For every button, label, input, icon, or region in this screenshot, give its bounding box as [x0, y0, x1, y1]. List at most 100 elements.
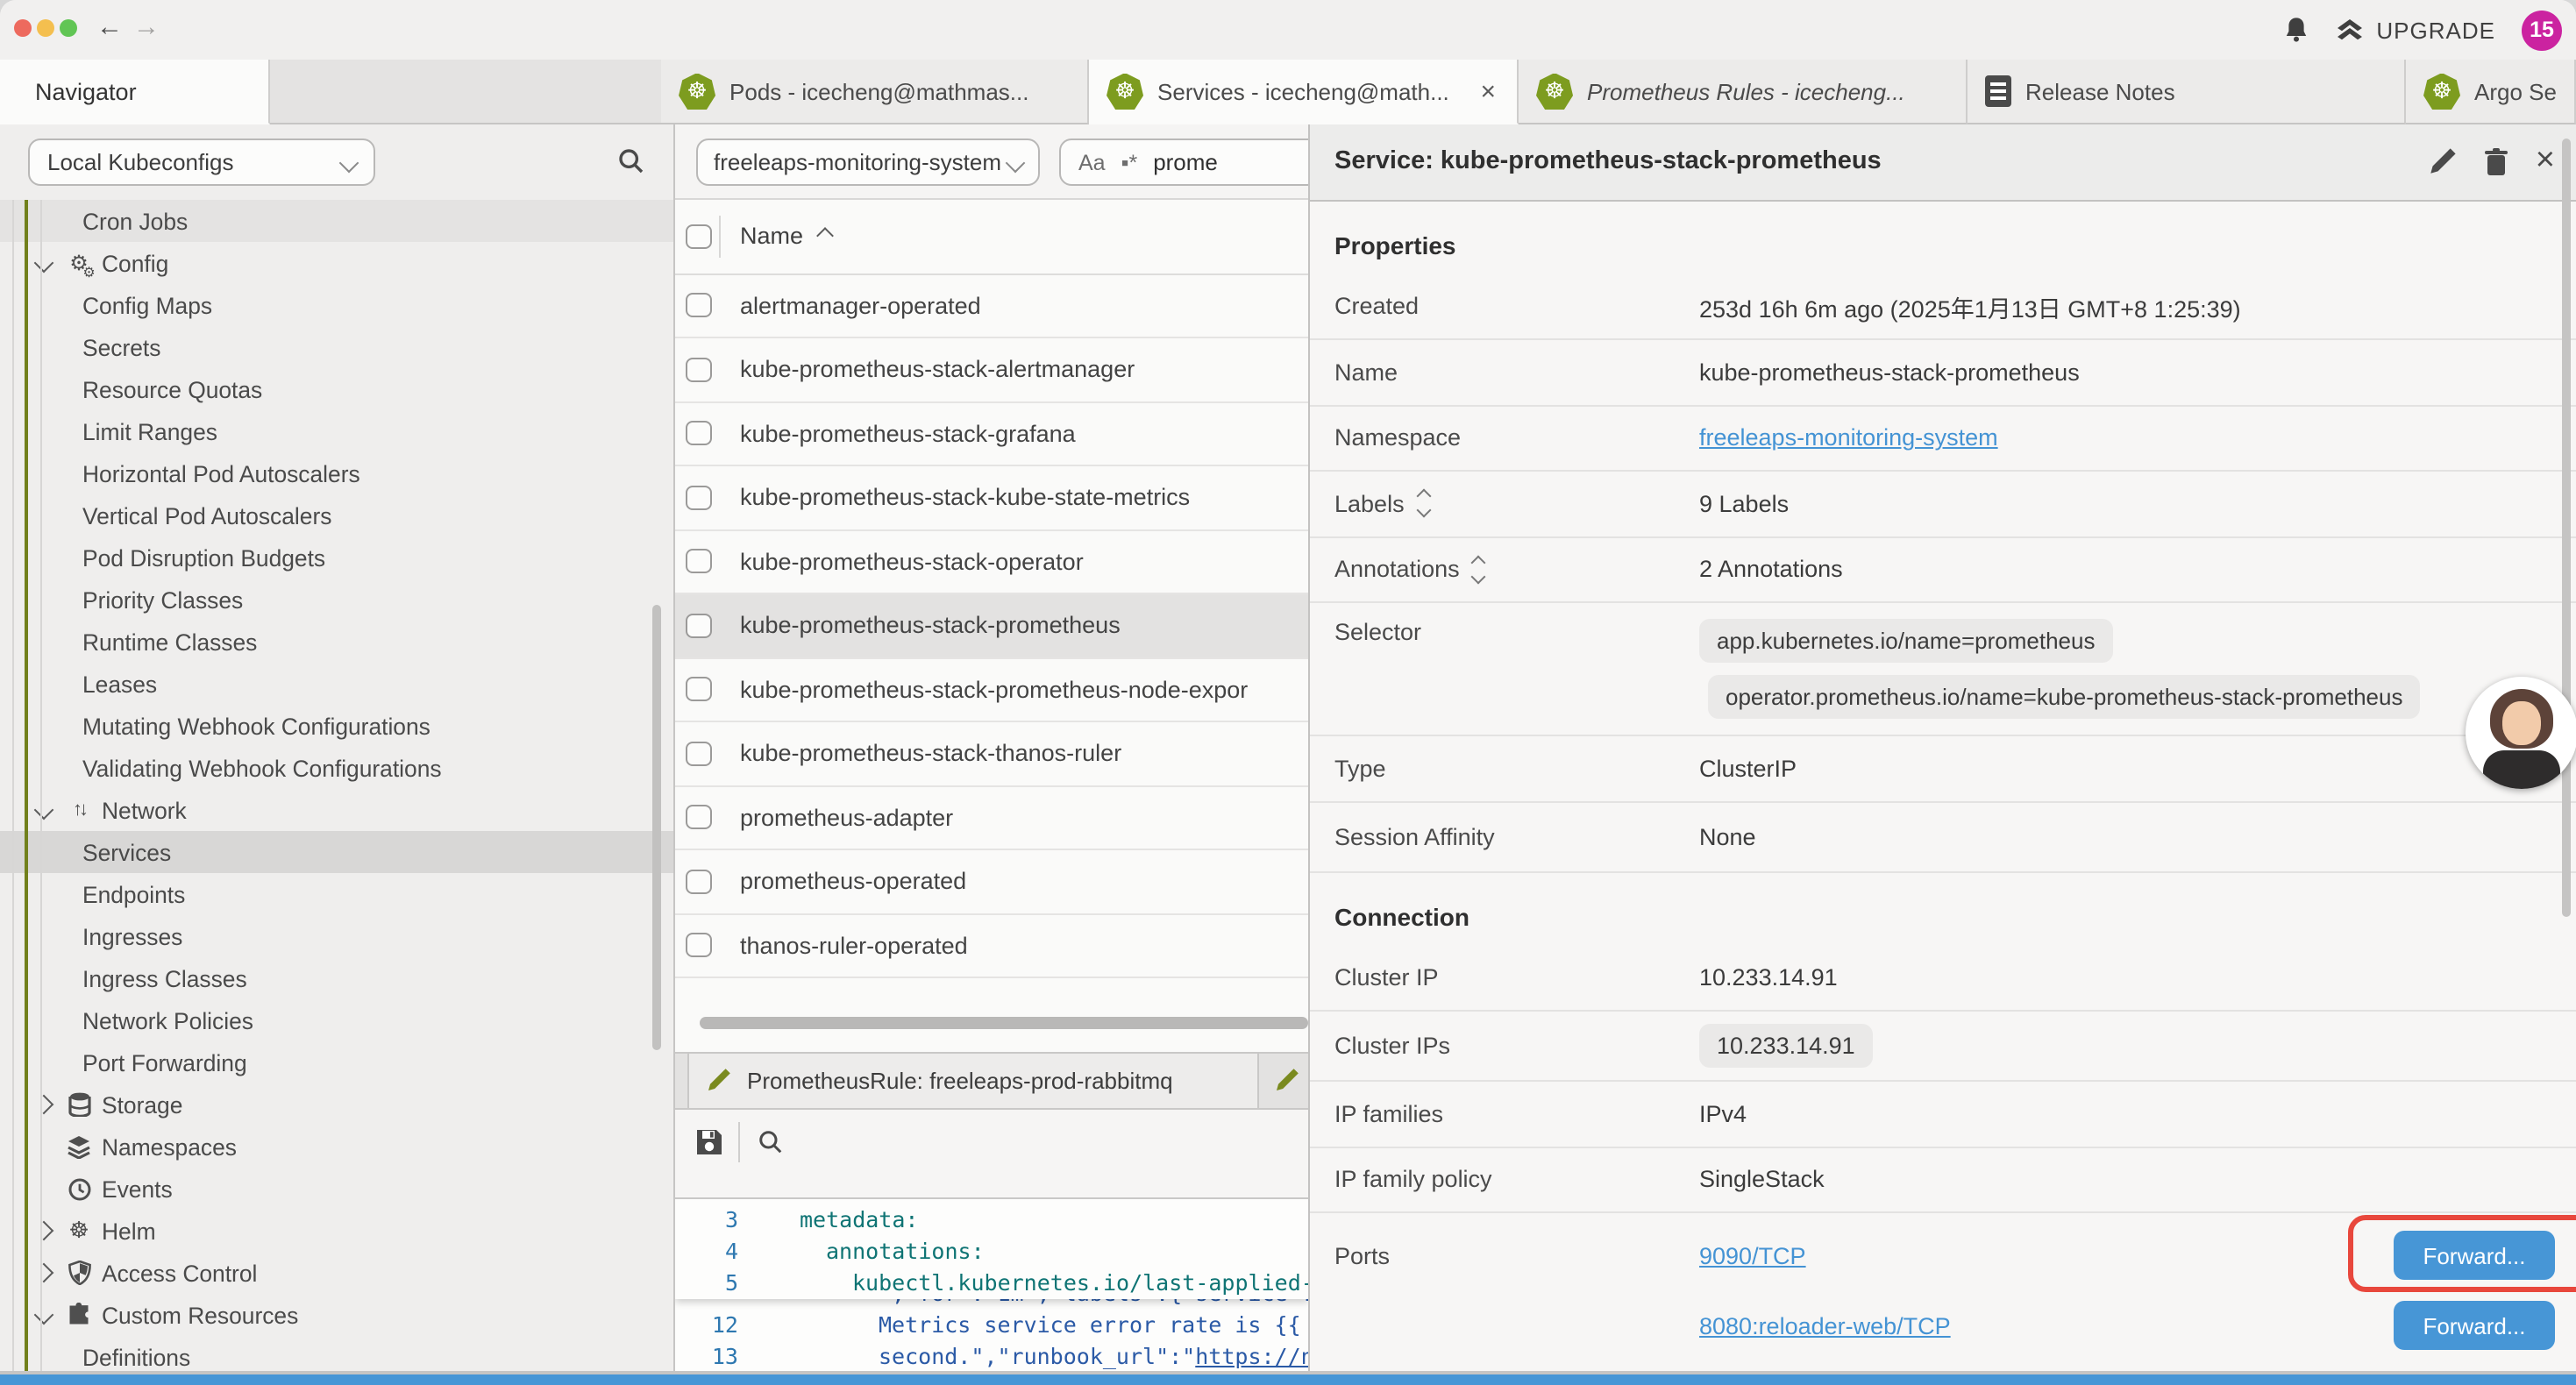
sidebar-item-services[interactable]: Services [0, 831, 673, 873]
close-tab-icon[interactable]: × [1477, 76, 1500, 106]
forward-button[interactable]: Forward... [2394, 1231, 2555, 1280]
sidebar-item-vertical-pod-autoscalers[interactable]: Vertical Pod Autoscalers [0, 494, 673, 536]
expander-icon[interactable] [1474, 558, 1484, 582]
sidebar-item-mutating-webhook-configurations[interactable]: Mutating Webhook Configurations [0, 705, 673, 747]
tab-services[interactable]: ☸Services - icecheng@math...× [1089, 60, 1519, 124]
sidebar-item-network[interactable]: ↑↓Network [0, 789, 673, 831]
panel-scrollbar[interactable] [2562, 138, 2571, 917]
row-checkbox[interactable] [686, 550, 712, 574]
sidebar-search-icon[interactable] [617, 147, 645, 175]
tab-release-notes[interactable]: Release Notes [1968, 60, 2406, 124]
notifications-bell-icon[interactable] [2283, 16, 2309, 44]
sidebar-item-endpoints[interactable]: Endpoints [0, 873, 673, 915]
sidebar-item-secrets[interactable]: Secrets [0, 326, 673, 368]
regex-toggle[interactable]: ▪* [1121, 150, 1138, 174]
editor-tab-prometheusrule[interactable]: PrometheusRule: freeleaps-prod-rabbitmq [687, 1053, 1259, 1107]
table-row-kube-prometheus-stack-thanos-ruler[interactable]: kube-prometheus-stack-thanos-ruler [675, 722, 1308, 786]
forward-button[interactable]: Forward... [2394, 1301, 2555, 1350]
property-value[interactable]: freeleaps-monitoring-system [1699, 425, 1998, 451]
delete-icon[interactable] [2483, 147, 2509, 177]
port-link[interactable]: 9090/TCP [1699, 1242, 1806, 1268]
tab-argo[interactable]: ☸Argo Se [2406, 60, 2576, 124]
yaml-editor[interactable]: 3metadata:4annotations:5kubectl.kubernet… [675, 1198, 1308, 1385]
sidebar-item-pod-disruption-budgets[interactable]: Pod Disruption Budgets [0, 536, 673, 579]
row-checkbox[interactable] [686, 934, 712, 958]
sidebar-item-port-forwarding[interactable]: Port Forwarding [0, 1041, 673, 1083]
tree-chevron[interactable] [35, 1308, 53, 1322]
table-row-prometheus-operated[interactable]: prometheus-operated [675, 850, 1308, 914]
tree-chevron[interactable] [35, 256, 53, 270]
tree-chevron[interactable] [35, 1097, 53, 1112]
sidebar-item-access-control[interactable]: Access Control [0, 1252, 673, 1294]
document-icon [1985, 75, 2011, 107]
edit-icon[interactable] [2429, 148, 2457, 176]
tab-prometheus-rules[interactable]: ☸Prometheus Rules - icecheng... [1519, 60, 1968, 124]
port-link[interactable]: 8080:reloader-web/TCP [1699, 1312, 1951, 1339]
sidebar-item-config-maps[interactable]: Config Maps [0, 284, 673, 326]
sidebar-item-horizontal-pod-autoscalers[interactable]: Horizontal Pod Autoscalers [0, 452, 673, 494]
tree-chevron[interactable] [35, 1224, 53, 1238]
code-link[interactable]: https://net [1195, 1343, 1308, 1369]
sidebar-item-events[interactable]: Events [0, 1168, 673, 1210]
sidebar-item-cron-jobs[interactable]: Cron Jobs [0, 200, 673, 242]
sidebar-item-limit-ranges[interactable]: Limit Ranges [0, 410, 673, 452]
horizontal-scrollbar[interactable] [675, 978, 1308, 1051]
table-row-kube-prometheus-stack-grafana[interactable]: kube-prometheus-stack-grafana [675, 402, 1308, 466]
user-avatar[interactable] [2466, 677, 2576, 789]
sidebar-item-config[interactable]: ⚙⚙Config [0, 242, 673, 284]
row-checkbox[interactable] [686, 358, 712, 382]
table-row-kube-prometheus-stack-kube-state-metrics[interactable]: kube-prometheus-stack-kube-state-metrics [675, 466, 1308, 530]
editor-search-icon[interactable] [758, 1128, 784, 1154]
table-row-kube-prometheus-stack-prometheus-node-expor[interactable]: kube-prometheus-stack-prometheus-node-ex… [675, 658, 1308, 722]
sidebar-item-custom-resources[interactable]: Custom Resources [0, 1294, 673, 1336]
row-checkbox[interactable] [686, 614, 712, 638]
sidebar-item-helm[interactable]: ☸Helm [0, 1210, 673, 1252]
select-all-checkbox[interactable] [686, 224, 712, 249]
sidebar-item-validating-webhook-configurations[interactable]: Validating Webhook Configurations [0, 747, 673, 789]
tab-label: Release Notes [2025, 78, 2175, 104]
table-row-kube-prometheus-stack-prometheus[interactable]: kube-prometheus-stack-prometheus [675, 594, 1308, 658]
sidebar-item-leases[interactable]: Leases [0, 663, 673, 705]
notification-count-badge[interactable]: 15 [2522, 10, 2562, 50]
sidebar-item-network-policies[interactable]: Network Policies [0, 999, 673, 1041]
kubeconfig-select[interactable]: Local Kubeconfigs [28, 138, 375, 186]
sidebar-scrollbar[interactable] [652, 605, 661, 1050]
table-row-prometheus-adapter[interactable]: prometheus-adapter [675, 786, 1308, 850]
back-button[interactable]: ← [96, 9, 123, 47]
row-checkbox[interactable] [686, 294, 712, 318]
row-checkbox[interactable] [686, 486, 712, 510]
namespace-select[interactable]: freeleaps-monitoring-system [696, 138, 1040, 186]
table-row-kube-prometheus-stack-alertmanager[interactable]: kube-prometheus-stack-alertmanager [675, 338, 1308, 402]
sidebar-item-runtime-classes[interactable]: Runtime Classes [0, 621, 673, 663]
tree-chevron[interactable] [35, 803, 53, 817]
row-checkbox[interactable] [686, 806, 712, 830]
tree-chevron[interactable] [35, 1266, 53, 1280]
table-row-kube-prometheus-stack-operator[interactable]: kube-prometheus-stack-operator [675, 530, 1308, 594]
forward-button[interactable]: → [133, 9, 160, 47]
row-checkbox[interactable] [686, 742, 712, 766]
close-icon[interactable]: × [2536, 148, 2555, 176]
close-window-button[interactable] [14, 19, 32, 37]
minimize-window-button[interactable] [37, 19, 54, 37]
row-checkbox[interactable] [686, 870, 712, 894]
sidebar-item-namespaces[interactable]: Namespaces [0, 1126, 673, 1168]
sidebar-item-resource-quotas[interactable]: Resource Quotas [0, 368, 673, 410]
sidebar-item-storage[interactable]: Storage [0, 1083, 673, 1126]
editor-tab-next[interactable] [1259, 1053, 1308, 1107]
upgrade-button[interactable]: UPGRADE [2336, 17, 2495, 43]
table-row-alertmanager-operated[interactable]: alertmanager-operated [675, 274, 1308, 338]
save-icon[interactable] [694, 1126, 724, 1156]
match-case-toggle[interactable]: Aa [1078, 150, 1106, 174]
zoom-window-button[interactable] [60, 19, 77, 37]
expander-icon[interactable] [1419, 492, 1429, 516]
row-checkbox[interactable] [686, 678, 712, 702]
row-checkbox[interactable] [686, 422, 712, 446]
sidebar-item-priority-classes[interactable]: Priority Classes [0, 579, 673, 621]
column-header-name[interactable]: Name [740, 224, 831, 250]
sidebar-item-ingresses[interactable]: Ingresses [0, 915, 673, 957]
navigator-panel-tab[interactable]: Navigator [0, 60, 269, 124]
table-row-thanos-ruler-operated[interactable]: thanos-ruler-operated [675, 914, 1308, 978]
sidebar-item-ingress-classes[interactable]: Ingress Classes [0, 957, 673, 999]
filter-input[interactable]: Aa ▪* prome [1059, 138, 1308, 186]
tab-pods[interactable]: ☸Pods - icecheng@mathmas... [661, 60, 1089, 124]
